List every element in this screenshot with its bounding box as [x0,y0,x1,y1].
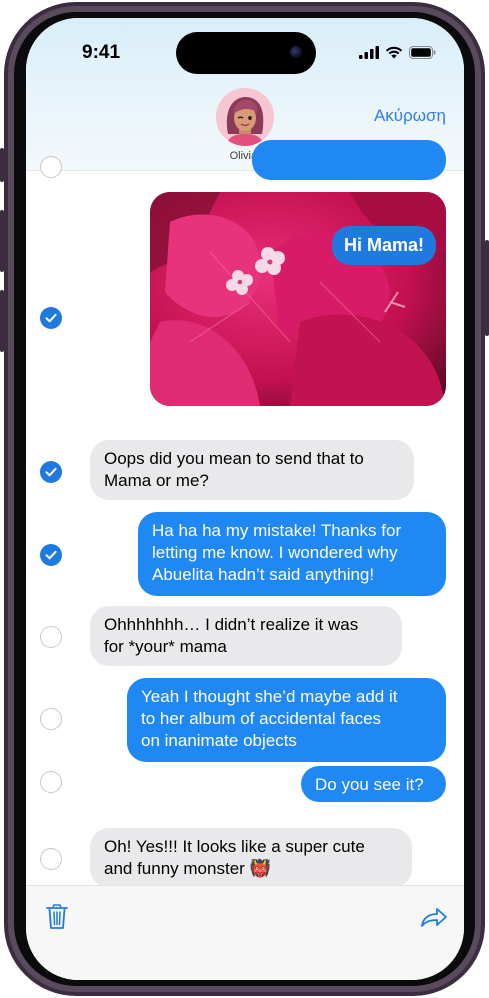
trash-icon[interactable] [46,904,68,930]
select-radio-checked[interactable] [40,544,62,566]
cellular-signal-icon [359,46,379,59]
message-bubble[interactable]: Yeah I thought she’d maybe add it to her… [127,678,446,762]
message-bubble[interactable]: Oh! Yes!!! It looks like a super cute an… [90,828,412,888]
memoji-avatar-icon[interactable] [216,88,274,146]
select-radio-checked[interactable] [40,461,62,483]
status-icons [359,46,436,59]
status-time: 9:41 [82,42,121,63]
select-radio[interactable] [40,156,62,178]
edit-toolbar [26,885,464,980]
checkmark-icon [45,550,57,560]
dynamic-island [176,32,316,74]
wifi-icon [385,46,403,59]
photo-message[interactable]: Hi Mama! [150,192,446,406]
select-radio[interactable] [40,626,62,648]
share-arrow-icon[interactable] [420,906,448,928]
action-button [0,148,4,182]
select-radio[interactable] [40,708,62,730]
screen: 9:41 Olivia Ακύρωση Hi Mama! Oops did yo… [26,18,464,980]
message-bubble-partial [252,140,446,180]
volume-down-button [0,290,4,352]
message-bubble[interactable]: Oops did you mean to send that to Mama o… [90,440,414,500]
select-radio[interactable] [40,848,62,870]
message-bubble[interactable]: Do you see it? [301,766,446,802]
checkmark-icon [45,467,57,477]
select-radio-checked[interactable] [40,307,62,329]
message-list: Hi Mama! Oops did you mean to send that … [26,140,464,888]
battery-icon [409,46,436,59]
cancel-button[interactable]: Ακύρωση [374,106,446,126]
flower-photo [150,192,446,406]
photo-overlay-text: Hi Mama! [331,226,436,265]
select-radio[interactable] [40,771,62,793]
volume-up-button [0,210,4,272]
message-bubble[interactable]: Ha ha ha my mistake! Thanks for letting … [138,512,446,596]
message-bubble[interactable]: Ohhhhhhh… I didn’t realize it was for *y… [90,606,402,666]
side-button [485,240,489,336]
checkmark-icon [45,313,57,323]
front-camera-icon [290,46,302,58]
